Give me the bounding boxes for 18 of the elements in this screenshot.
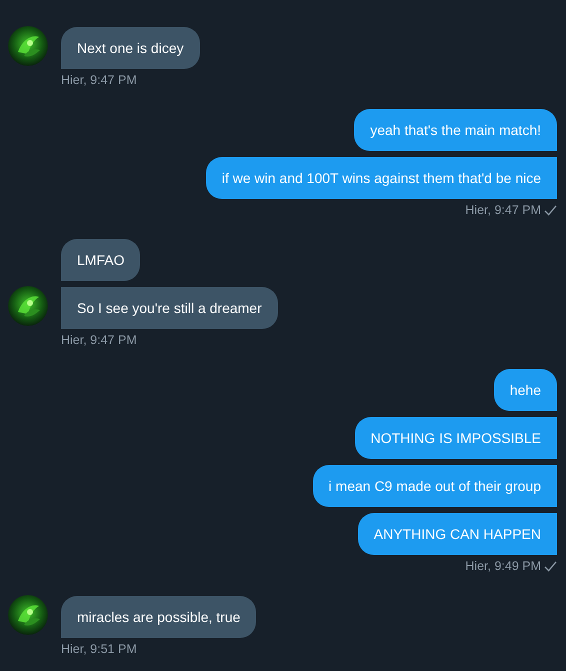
message-bubble: i mean C9 made out of their group bbox=[312, 465, 557, 507]
avatar[interactable] bbox=[8, 26, 48, 66]
message-time: Hier, 9:51 PM bbox=[61, 641, 137, 657]
message-bubble: if we win and 100T wins against them that'd be nice bbox=[206, 157, 557, 199]
message-time: Hier, 9:49 PM bbox=[465, 558, 541, 574]
message-bubble: NOTHING IS IMPOSSIBLE bbox=[354, 417, 557, 459]
message-bubble: So I see you're still a dreamer bbox=[61, 287, 278, 329]
avatar[interactable] bbox=[8, 595, 48, 635]
message-bubble: miracles are possible, true bbox=[61, 596, 256, 638]
message-bubble: ANYTHING CAN HAPPEN bbox=[358, 513, 557, 555]
message-bubble: hehe bbox=[494, 369, 557, 411]
message-bubble: Next one is dicey bbox=[61, 27, 200, 69]
avatar[interactable] bbox=[8, 286, 48, 326]
message-time: Hier, 9:47 PM bbox=[465, 202, 541, 218]
message-time: Hier, 9:47 PM bbox=[61, 72, 137, 88]
message-bubble: LMFAO bbox=[61, 239, 140, 281]
message-time: Hier, 9:47 PM bbox=[61, 332, 137, 348]
message-bubble: yeah that's the main match! bbox=[354, 109, 557, 151]
